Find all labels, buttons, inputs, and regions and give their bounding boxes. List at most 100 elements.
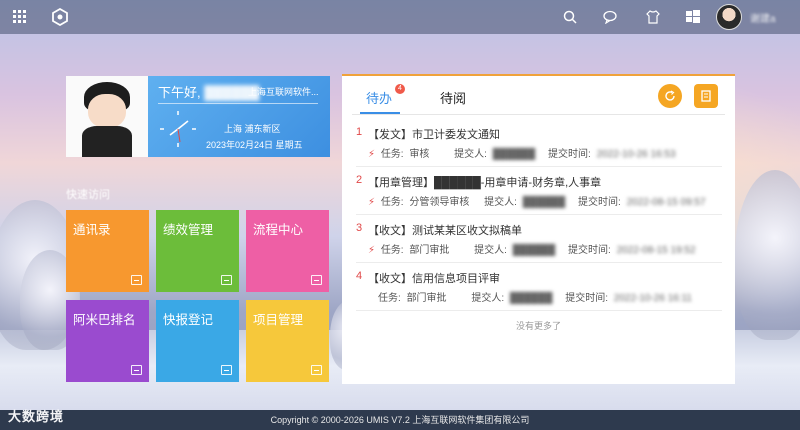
tab-to-read[interactable]: 待阅 <box>440 88 466 107</box>
task-meta: ⚡ 任务: 审核 提交人: ██████ 提交时间: 2022-10-26 16… <box>368 145 679 160</box>
location: 上海 浦东新区 <box>224 124 281 134</box>
user-name[interactable]: 谢建a <box>750 10 776 25</box>
submitter-label: 提交人: <box>454 149 487 160</box>
profile-info: 下午好, ██████ 上海互联网软件... 上海 浦东新区 2023年02月2… <box>148 76 330 157</box>
submitter-label: 提交人: <box>474 245 507 256</box>
task-meta: ⚡ 任务: 部门审批 提交人: ██████ 提交时间: 2022-08-15 … <box>368 241 699 256</box>
task-label: 任务: <box>380 149 404 160</box>
tile-label: 流程中心 <box>253 223 304 237</box>
message-icon[interactable] <box>600 7 620 27</box>
tile-project-management[interactable]: 项目管理 <box>246 300 329 382</box>
tile-label: 通讯录 <box>73 223 111 237</box>
task-title[interactable]: 【收文】测试某某区收文拟稿单 <box>368 222 522 238</box>
tab-label: 待阅 <box>440 91 467 106</box>
greeting-text: 下午好, <box>158 85 201 100</box>
task-number: 2 <box>356 174 363 186</box>
submitter-name: ██████ <box>509 293 553 304</box>
search-icon[interactable] <box>560 7 580 27</box>
tile-express-register[interactable]: 快报登记 <box>156 300 239 382</box>
task-label: 任务: <box>380 197 404 208</box>
task-item[interactable]: 1 【发文】市卫计委发文通知 ⚡ 任务: 审核 提交人: ██████ 提交时间… <box>356 124 722 170</box>
image-icon <box>221 365 232 375</box>
edit-icon <box>131 275 142 285</box>
tabs-divider <box>352 114 725 115</box>
task-number: 1 <box>356 126 363 138</box>
task-divider <box>356 310 722 311</box>
task-item[interactable]: 3 【收文】测试某某区收文拟稿单 ⚡ 任务: 部门审批 提交人: ██████ … <box>356 220 722 266</box>
user-avatar[interactable] <box>716 4 742 30</box>
edit-icon <box>221 275 232 285</box>
tile-label: 项目管理 <box>253 313 304 327</box>
urgent-bolt-icon: ⚡ <box>368 149 376 160</box>
photo-face <box>88 94 126 128</box>
task-number: 3 <box>356 222 363 234</box>
photo-body <box>82 126 132 157</box>
urgent-bolt-icon: ⚡ <box>368 245 376 256</box>
task-item[interactable]: 4 【收文】信用信息项目评审 任务: 部门审批 提交人: ██████ 提交时间… <box>356 268 722 314</box>
footer-copyright: Copyright © 2000-2026 UMIS V7.2 上海互联网软件集… <box>0 410 800 430</box>
task-divider <box>356 166 722 167</box>
task-name: 分管领导审核 <box>409 197 470 208</box>
tile-label: 阿米巴排名 <box>73 313 136 327</box>
clock-icon <box>160 111 196 147</box>
task-title[interactable]: 【发文】市卫计委发文通知 <box>368 126 500 142</box>
task-divider <box>356 214 722 215</box>
panel-tabs: 待办 4 待阅 <box>342 76 735 116</box>
submit-time-label: 提交时间: <box>578 197 621 208</box>
tile-performance[interactable]: 绩效管理 <box>156 210 239 292</box>
urgent-bolt-icon: ⚡ <box>368 197 376 208</box>
submit-time: 2022-10-26 16:11 <box>613 293 692 304</box>
todo-count-badge: 4 <box>395 84 405 94</box>
tile-amoeba-ranking[interactable]: 阿米巴排名 <box>66 300 149 382</box>
task-name: 审核 <box>409 149 430 160</box>
task-title[interactable]: 【收文】信用信息项目评审 <box>368 270 500 286</box>
tile-contacts[interactable]: 通讯录 <box>66 210 149 292</box>
profile-card: 下午好, ██████ 上海互联网软件... 上海 浦东新区 2023年02月2… <box>66 76 330 157</box>
task-label: 任务: <box>378 293 401 304</box>
grid-icon[interactable] <box>10 7 30 27</box>
image-icon <box>311 365 322 375</box>
refresh-icon <box>665 90 675 101</box>
windows-icon[interactable] <box>683 7 703 27</box>
task-divider <box>356 262 722 263</box>
edit-icon <box>311 275 322 285</box>
top-bar: 谢建a <box>0 0 800 34</box>
task-label: 任务: <box>380 245 404 256</box>
tasks-panel: 待办 4 待阅 1 【发文】市卫计委发文通知 ⚡ 任务: 审核 提交人: ███… <box>342 74 735 384</box>
task-name: 部门审批 <box>406 293 447 304</box>
submitter-name: ██████ <box>492 149 536 160</box>
submitter-label: 提交人: <box>471 293 505 304</box>
app-logo-icon[interactable] <box>50 7 70 27</box>
submitter-label: 提交人: <box>484 197 517 208</box>
task-number: 4 <box>356 270 363 282</box>
task-meta: ⚡ 任务: 分管领导审核 提交人: ██████ 提交时间: 2022-08-1… <box>368 193 709 208</box>
submit-time: 2022-08-15 09:57 <box>626 197 706 208</box>
tile-label: 绩效管理 <box>163 223 214 237</box>
tab-todo[interactable]: 待办 <box>366 88 392 107</box>
submit-time: 2022-08-15 19:52 <box>616 245 696 256</box>
watermark-logo: 大数跨境 <box>8 409 65 424</box>
tab-label: 待办 <box>366 91 393 106</box>
document-icon <box>701 90 711 102</box>
image-icon <box>131 365 142 375</box>
company-name: 上海互联网软件... <box>248 87 319 97</box>
task-title[interactable]: 【用章管理】██████-用章申请-财务章,人事章 <box>368 174 601 190</box>
quick-access-title: 快速访问 <box>66 189 110 201</box>
task-meta: 任务: 部门审批 提交人: ██████ 提交时间: 2022-10-26 16… <box>368 289 695 304</box>
submitter-name: ██████ <box>512 245 556 256</box>
refresh-button[interactable] <box>658 84 682 108</box>
task-item[interactable]: 2 【用章管理】██████-用章申请-财务章,人事章 ⚡ 任务: 分管领导审核… <box>356 172 722 218</box>
submit-time-label: 提交时间: <box>565 293 608 304</box>
document-button[interactable] <box>694 84 718 108</box>
task-name: 部门审批 <box>409 245 450 256</box>
theme-shirt-icon[interactable] <box>643 7 663 27</box>
tile-label: 快报登记 <box>163 313 214 327</box>
submit-time-label: 提交时间: <box>548 149 591 160</box>
profile-photo <box>66 76 148 157</box>
profile-divider <box>158 103 318 104</box>
submit-time: 2022-10-26 16:53 <box>596 149 676 160</box>
current-datetime: 2023年02月24日 星期五 <box>206 140 303 150</box>
tile-workflow[interactable]: 流程中心 <box>246 210 329 292</box>
no-more-text: 没有更多了 <box>515 321 561 331</box>
submit-time-label: 提交时间: <box>568 245 611 256</box>
